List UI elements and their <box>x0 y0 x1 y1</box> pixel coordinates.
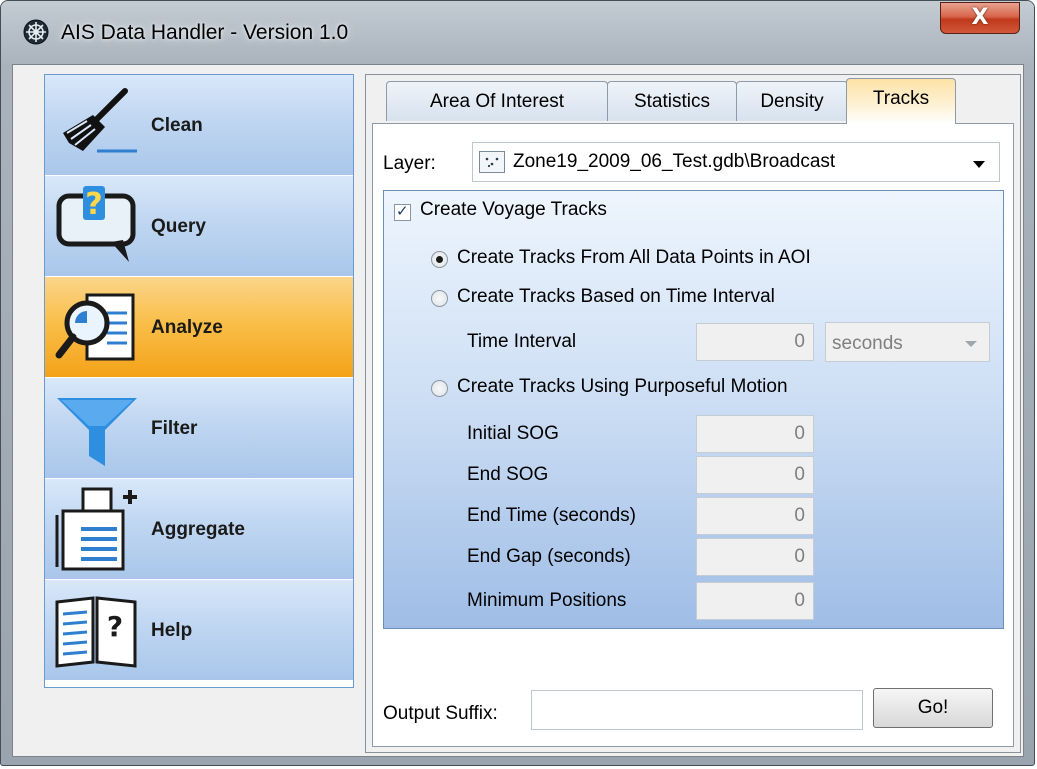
end-time-input[interactable]: 0 <box>696 497 814 535</box>
chevron-down-icon <box>965 341 977 347</box>
sidebar-nav: Clean ? Query Analyze Filter Aggregate ?… <box>44 74 354 688</box>
radio-purposeful-motion[interactable] <box>431 380 448 397</box>
sidebar-item-label: Filter <box>151 418 198 439</box>
client-area: Clean ? Query Analyze Filter Aggregate ?… <box>12 64 1024 757</box>
radio-all-points[interactable] <box>431 251 448 268</box>
sidebar-item-label: Query <box>151 216 206 237</box>
close-icon: X <box>971 5 989 30</box>
minimum-positions-label: Minimum Positions <box>467 590 627 611</box>
end-sog-input[interactable]: 0 <box>696 456 814 494</box>
time-unit-select[interactable]: seconds <box>825 322 990 362</box>
broom-icon <box>63 88 137 153</box>
sidebar-item-clean[interactable]: Clean <box>45 75 353 176</box>
tab-control: Area Of Interest Statistics Density Trac… <box>365 74 1021 753</box>
go-button[interactable]: Go! <box>873 688 993 728</box>
output-suffix-input[interactable] <box>531 690 863 730</box>
tab-tracks[interactable]: Tracks <box>846 78 956 124</box>
sidebar-item-label: Aggregate <box>151 519 245 540</box>
point-layer-icon <box>479 151 505 173</box>
time-interval-input[interactable]: 0 <box>696 323 814 361</box>
layer-label: Layer: <box>383 153 436 174</box>
layer-select-value: Zone19_2009_06_Test.gdb\Broadcast <box>513 151 836 172</box>
time-interval-label: Time Interval <box>467 331 577 352</box>
sidebar-item-label: Analyze <box>151 317 223 338</box>
book-question-icon: ? <box>55 596 137 668</box>
create-voyage-tracks-checkbox[interactable] <box>394 202 411 221</box>
radio-purposeful-motion-label: Create Tracks Using Purposeful Motion <box>457 376 788 397</box>
end-time-label: End Time (seconds) <box>467 505 636 526</box>
sidebar-item-query[interactable]: ? Query <box>45 176 353 277</box>
tab-density[interactable]: Density <box>736 81 848 121</box>
sidebar-item-label: Help <box>151 620 193 641</box>
close-button[interactable]: X <box>940 2 1020 34</box>
voyage-tracks-group: Create Voyage Tracks Create Tracks From … <box>383 190 1004 629</box>
minimum-positions-input[interactable]: 0 <box>696 582 814 620</box>
initial-sog-input[interactable]: 0 <box>696 415 814 453</box>
tab-statistics[interactable]: Statistics <box>607 81 737 121</box>
sidebar-item-aggregate[interactable]: Aggregate <box>45 479 353 580</box>
app-logo-icon <box>23 19 49 45</box>
title-bar[interactable]: AIS Data Handler - Version 1.0 X <box>1 1 1034 67</box>
initial-sog-label: Initial SOG <box>467 423 559 444</box>
output-suffix-label: Output Suffix: <box>383 703 498 724</box>
sidebar-item-analyze[interactable]: Analyze <box>45 277 353 378</box>
tab-area-of-interest[interactable]: Area Of Interest <box>386 81 608 121</box>
svg-text:?: ? <box>85 187 102 222</box>
radio-time-interval-label: Create Tracks Based on Time Interval <box>457 286 775 307</box>
sidebar-item-label: Clean <box>151 115 203 136</box>
radio-time-interval[interactable] <box>431 290 448 307</box>
document-add-icon <box>55 487 137 571</box>
app-window: AIS Data Handler - Version 1.0 X Clean ?… <box>0 0 1035 766</box>
end-gap-input[interactable]: 0 <box>696 538 814 576</box>
end-gap-label: End Gap (seconds) <box>467 546 631 567</box>
svg-text:?: ? <box>107 610 123 643</box>
end-sog-label: End SOG <box>467 464 549 485</box>
funnel-icon <box>57 398 137 466</box>
layer-select[interactable]: Zone19_2009_06_Test.gdb\Broadcast <box>472 142 1000 182</box>
magnifier-document-icon <box>55 293 135 361</box>
chevron-down-icon <box>973 161 985 168</box>
window-title: AIS Data Handler - Version 1.0 <box>61 21 349 44</box>
create-voyage-tracks-label: Create Voyage Tracks <box>420 199 607 220</box>
speech-question-icon: ? <box>56 186 136 262</box>
radio-all-points-label: Create Tracks From All Data Points in AO… <box>457 247 811 268</box>
time-unit-value: seconds <box>832 333 903 354</box>
tracks-tab-page: Layer: Zone19_2009_06_Test.gdb\Broadcast… <box>372 123 1014 747</box>
sidebar-item-filter[interactable]: Filter <box>45 378 353 479</box>
sidebar-item-help[interactable]: ? Help <box>45 580 353 681</box>
